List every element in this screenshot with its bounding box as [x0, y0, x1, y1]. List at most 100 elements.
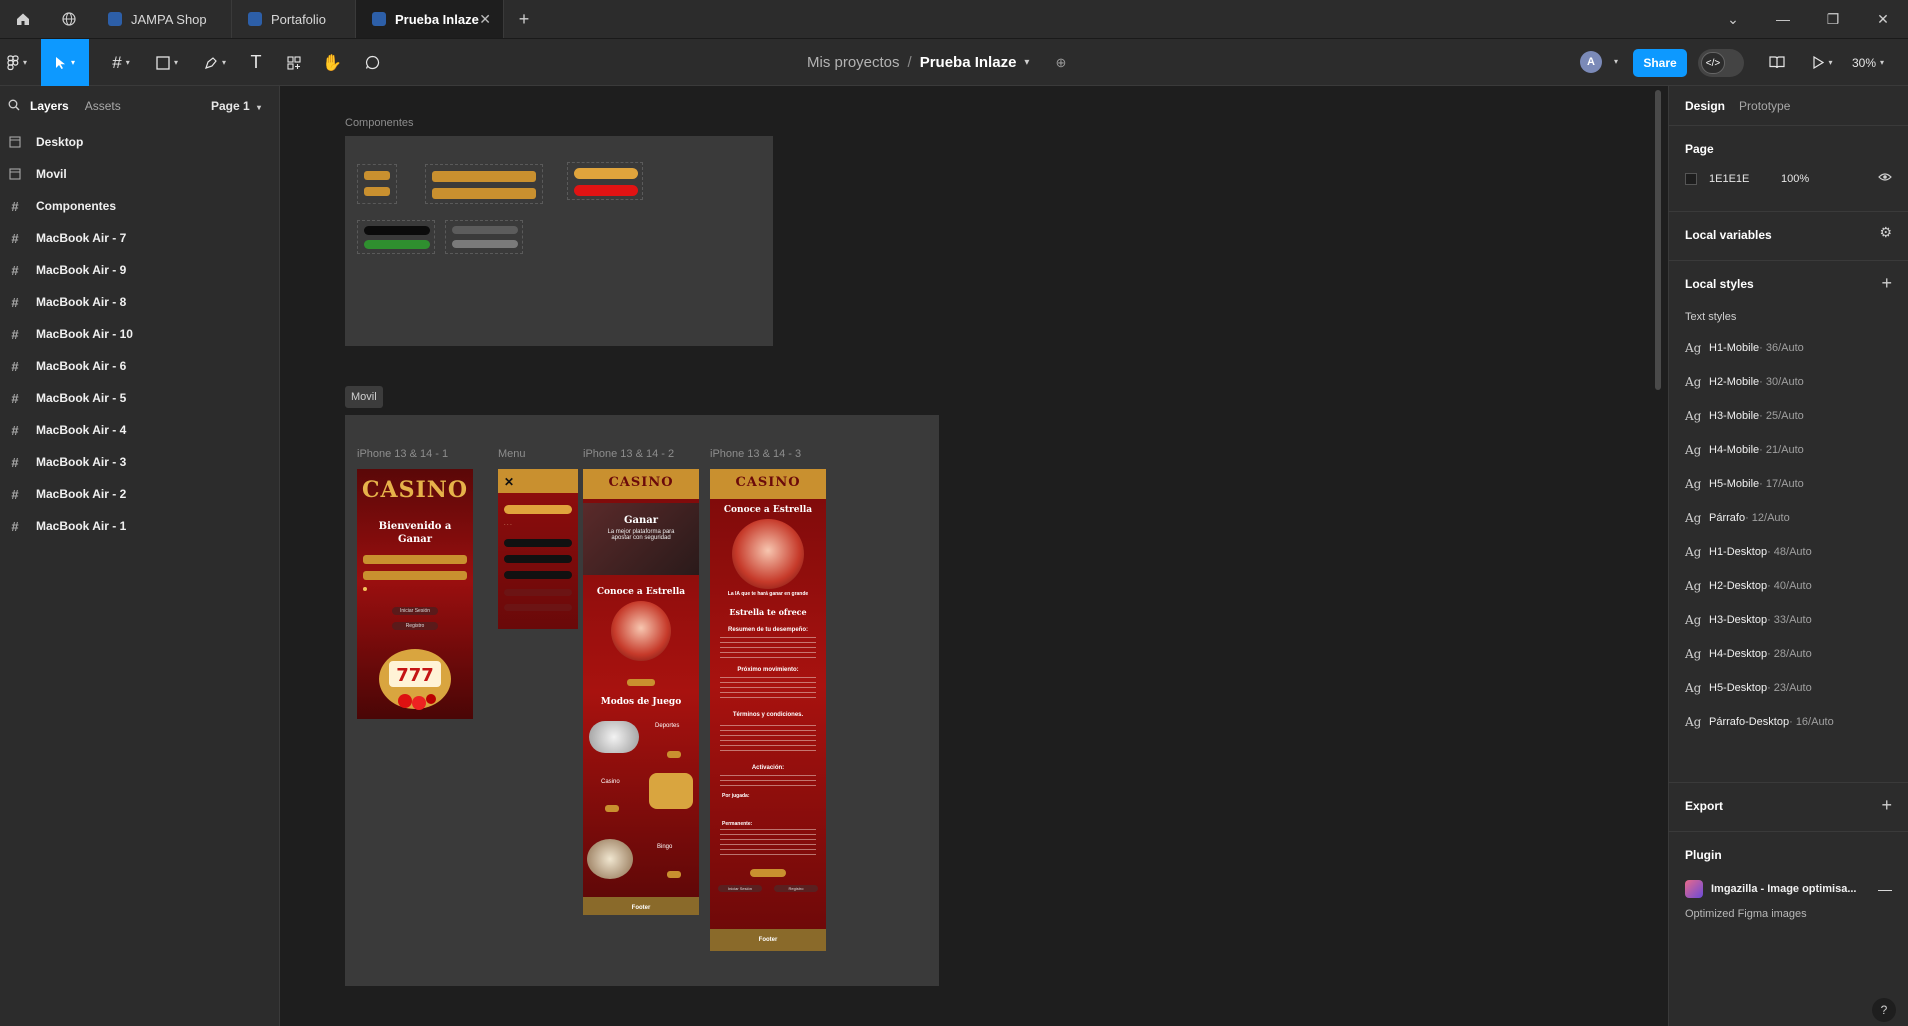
movil-section-tag[interactable]: Movil — [345, 386, 383, 408]
menu-item-deportes[interactable] — [504, 539, 572, 547]
component-set-login-buttons[interactable] — [445, 220, 523, 254]
globe-icon[interactable] — [46, 0, 92, 38]
component-button-conoce-estrella-hover[interactable] — [574, 185, 638, 196]
text-style-item[interactable]: Ag H2-Mobile · 30/Auto — [1669, 365, 1908, 399]
screen-label[interactable]: iPhone 13 & 14 - 1 — [357, 448, 448, 460]
text-style-item[interactable]: Ag H1-Mobile · 36/Auto — [1669, 331, 1908, 365]
component-button-conoce-estrella[interactable] — [574, 168, 638, 179]
login-button[interactable]: Iniciar Sesión — [392, 607, 438, 615]
text-style-item[interactable]: Ag H3-Mobile · 25/Auto — [1669, 399, 1908, 433]
minimize-button[interactable]: — — [1758, 0, 1808, 38]
text-style-item[interactable]: Ag H4-Mobile · 21/Auto — [1669, 433, 1908, 467]
page-selector[interactable]: Page 1 ▾ — [211, 99, 261, 113]
mode-cta-button[interactable] — [605, 805, 619, 812]
menu-item-modos[interactable]: · · · — [504, 522, 572, 528]
export-section[interactable]: Export + — [1669, 783, 1908, 832]
variables-settings-icon[interactable]: ⚙ — [1879, 224, 1892, 241]
activate-button[interactable] — [750, 869, 786, 877]
text-style-item[interactable]: Ag H3-Desktop · 33/Auto — [1669, 603, 1908, 637]
component-set-cta[interactable] — [567, 162, 643, 200]
zoom-control[interactable]: 30% ▾ — [1852, 39, 1884, 86]
home-icon[interactable] — [0, 0, 46, 38]
main-menu-button[interactable]: ▾ — [0, 39, 34, 86]
layer-item[interactable]: # MacBook Air - 9 — [0, 254, 279, 286]
file-name[interactable]: Prueba Inlaze — [920, 54, 1017, 71]
layer-item[interactable]: # MacBook Air - 10 — [0, 318, 279, 350]
register-button[interactable]: Registro — [774, 885, 818, 892]
chevron-down-icon[interactable]: ⌄ — [1708, 0, 1758, 38]
local-variables-section[interactable]: Local variables ⚙ — [1669, 212, 1908, 261]
eye-icon[interactable] — [1878, 172, 1892, 185]
layer-item[interactable]: # MacBook Air - 2 — [0, 478, 279, 510]
new-tab-button[interactable]: + — [504, 0, 544, 38]
layer-item[interactable]: # MacBook Air - 1 — [0, 510, 279, 542]
componentes-frame[interactable] — [345, 136, 773, 346]
tab-prueba-inlaze[interactable]: Prueba Inlaze ✕ — [356, 0, 504, 38]
component-input-gold[interactable] — [432, 171, 536, 182]
mockup-menu-screen[interactable]: ✕ · · · — [498, 469, 578, 629]
comment-tool[interactable] — [356, 39, 388, 86]
email-field[interactable] — [363, 555, 467, 564]
chevron-down-icon[interactable]: ▾ — [1024, 57, 1029, 68]
layer-item[interactable]: # MacBook Air - 4 — [0, 414, 279, 446]
breadcrumb-project[interactable]: Mis proyectos — [807, 54, 900, 71]
pen-tool[interactable]: ▾ — [194, 39, 236, 86]
page-color-value[interactable]: 1E1E1E — [1709, 173, 1781, 185]
move-tool[interactable]: ▾ — [41, 39, 89, 86]
screen-label[interactable]: iPhone 13 & 14 - 2 — [583, 448, 674, 460]
page-fill-row[interactable]: 1E1E1E 100% — [1669, 172, 1908, 185]
tab-layers[interactable]: Layers — [30, 99, 69, 113]
register-button[interactable]: Registro — [392, 622, 438, 630]
tab-design[interactable]: Design — [1685, 99, 1725, 113]
remove-plugin-button[interactable]: — — [1878, 881, 1892, 897]
add-export-button[interactable]: + — [1881, 795, 1892, 816]
share-button[interactable]: Share — [1633, 49, 1687, 77]
login-button[interactable]: Iniciar Sesión — [718, 885, 762, 892]
screen-label[interactable]: iPhone 13 & 14 - 3 — [710, 448, 801, 460]
text-tool[interactable]: T — [240, 39, 272, 86]
mockup-screen-2[interactable]: CASINO Ganar La mejor plataforma para ap… — [583, 469, 699, 915]
page-opacity-value[interactable]: 100% — [1781, 173, 1809, 185]
component-button-deportes[interactable] — [364, 226, 430, 235]
library-button[interactable] — [1762, 39, 1792, 86]
layer-item[interactable]: # MacBook Air - 8 — [0, 286, 279, 318]
tab-assets[interactable]: Assets — [85, 99, 121, 113]
add-style-button[interactable]: + — [1881, 273, 1892, 294]
component-set-small-buttons[interactable] — [357, 164, 397, 204]
component-button-gold[interactable] — [364, 171, 390, 180]
layer-item[interactable]: # Componentes — [0, 190, 279, 222]
mode-cta-button[interactable] — [667, 751, 681, 758]
text-style-item[interactable]: Ag H5-Desktop · 23/Auto — [1669, 671, 1908, 705]
checkbox[interactable] — [363, 587, 367, 591]
text-style-item[interactable]: Ag H1-Desktop · 48/Auto — [1669, 535, 1908, 569]
menu-register-button[interactable] — [504, 604, 572, 611]
screen-label[interactable]: Menu — [498, 448, 526, 460]
layer-item[interactable]: Desktop — [0, 126, 279, 158]
layer-item[interactable]: # MacBook Air - 7 — [0, 222, 279, 254]
mockup-screen-1[interactable]: CASINO Bienvenido a Ganar Iniciar Sesión… — [357, 469, 473, 719]
menu-item-estrella[interactable] — [504, 505, 572, 514]
canvas-scrollbar[interactable] — [1655, 90, 1661, 390]
present-button[interactable]: ▾ — [1806, 39, 1840, 86]
help-button[interactable]: ? — [1872, 998, 1896, 1022]
text-style-item[interactable]: Ag Párrafo · 12/Auto — [1669, 501, 1908, 535]
dev-mode-toggle[interactable]: </> — [1698, 49, 1744, 77]
avatar[interactable]: A — [1580, 51, 1602, 73]
chevron-down-icon[interactable]: ▾ — [1614, 57, 1618, 66]
plugin-row[interactable]: Imgazilla - Image optimisa... — — [1669, 880, 1908, 898]
movil-section[interactable]: iPhone 13 & 14 - 1 Menu iPhone 13 & 14 -… — [345, 415, 939, 986]
component-set-inputs[interactable] — [425, 164, 543, 204]
mode-cta-button[interactable] — [667, 871, 681, 878]
text-style-item[interactable]: Ag H2-Desktop · 40/Auto — [1669, 569, 1908, 603]
mockup-screen-3[interactable]: CASINO Conoce a Estrella La IA que te ha… — [710, 469, 826, 951]
component-button-deportes-active[interactable] — [364, 240, 430, 249]
component-set-mode-buttons[interactable] — [357, 220, 435, 254]
menu-login-button[interactable] — [504, 589, 572, 596]
tab-jampa-shop[interactable]: JAMPA Shop — [92, 0, 232, 38]
estrella-cta-button[interactable] — [627, 679, 655, 686]
component-button-gold[interactable] — [364, 187, 390, 196]
component-button-iniciar-sesion-hover[interactable] — [452, 240, 518, 248]
text-style-item[interactable]: Ag H5-Mobile · 17/Auto — [1669, 467, 1908, 501]
shape-tool[interactable]: ▾ — [146, 39, 188, 86]
component-button-iniciar-sesion[interactable] — [452, 226, 518, 234]
